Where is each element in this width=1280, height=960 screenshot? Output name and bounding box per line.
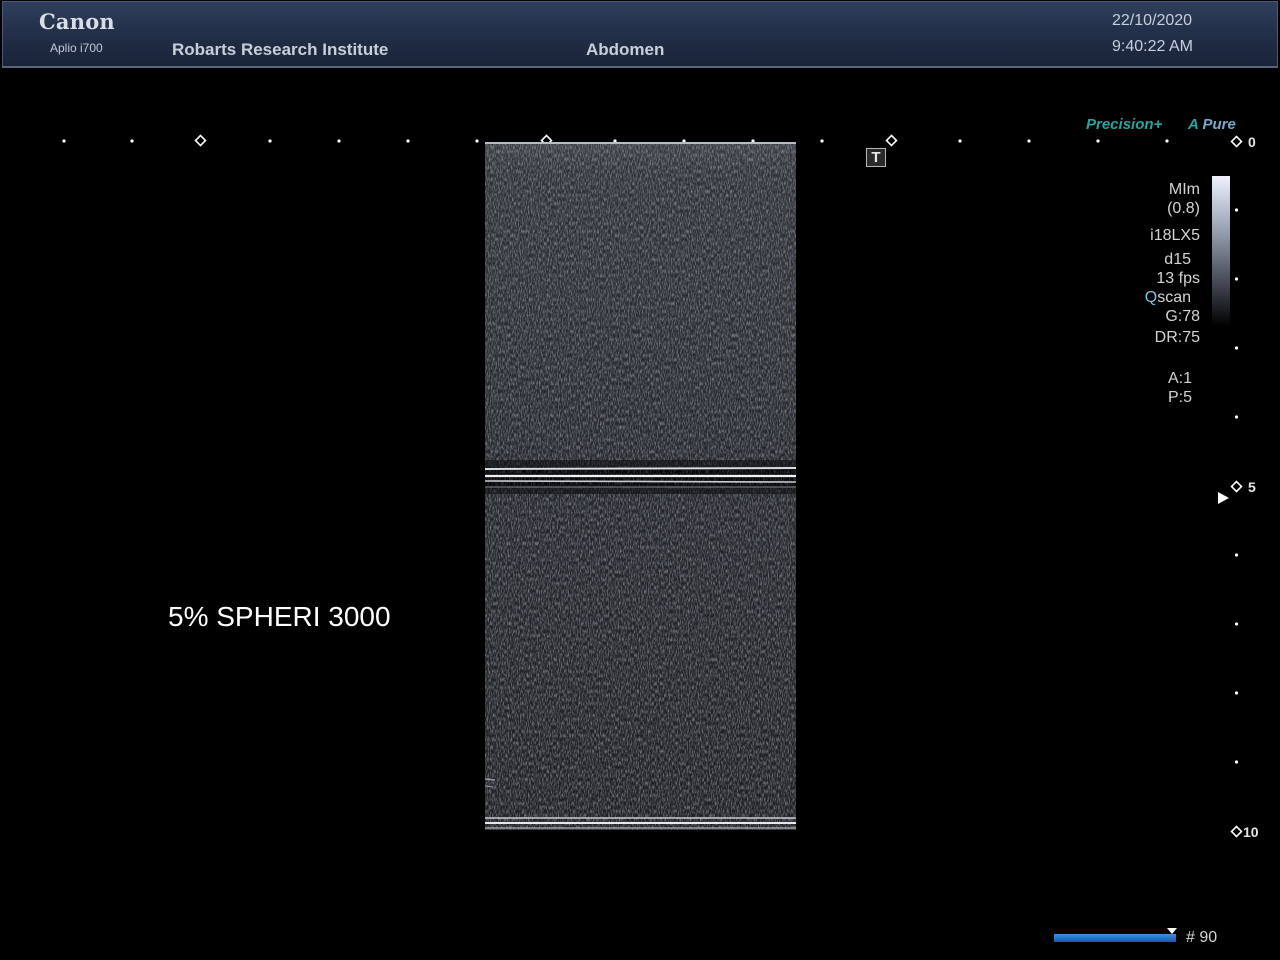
depth-tick	[1234, 691, 1239, 695]
precision-plus-logo: Precision+	[1086, 116, 1163, 133]
cine-frame-bar[interactable]	[1054, 934, 1176, 942]
depth-tick	[1234, 553, 1239, 557]
lateral-tick	[1027, 139, 1031, 143]
depth-label-10: 10	[1243, 824, 1259, 840]
persistence-value: P:5	[1167, 389, 1192, 406]
depth-tick	[1234, 622, 1239, 626]
apure-logo-a: A	[1188, 116, 1199, 133]
depth-tick	[1234, 277, 1239, 281]
depth-scale: 0 5 10	[1220, 130, 1280, 850]
depth-code: d15	[1164, 251, 1191, 268]
lateral-major-tick	[885, 134, 898, 147]
depth-major-tick	[1230, 825, 1243, 838]
ultrasound-image	[485, 142, 796, 830]
interface-line	[485, 467, 796, 470]
probe-name: i18LX5	[1150, 227, 1200, 244]
lateral-tick	[1165, 139, 1169, 143]
qscan-rest: scan	[1157, 289, 1191, 306]
depth-label-0: 0	[1248, 134, 1256, 150]
depth-label-5: 5	[1248, 479, 1256, 495]
frame-count: # 90	[1186, 929, 1218, 946]
qscan-q: Q	[1144, 289, 1158, 306]
depth-tick	[1234, 208, 1239, 212]
dynamic-range-value: DR:75	[1154, 329, 1200, 346]
lateral-tick	[268, 139, 272, 143]
exam-time: 9:40:22 AM	[1112, 38, 1193, 55]
transmit-marker-icon: T	[866, 148, 886, 167]
lateral-major-tick	[194, 134, 207, 147]
mechanical-index: (0.8)	[1167, 200, 1200, 217]
system-model: Aplio i700	[50, 41, 103, 55]
lateral-tick	[958, 139, 962, 143]
lateral-tick	[475, 139, 479, 143]
exam-preset: Abdomen	[586, 40, 665, 59]
image-annotation: 5% SPHERI 3000	[168, 601, 391, 632]
frame-rate: 13 fps	[1156, 270, 1200, 287]
lateral-tick	[62, 139, 66, 143]
depth-major-tick	[1230, 135, 1243, 148]
institution-name: Robarts Research Institute	[172, 40, 389, 59]
depth-major-tick	[1230, 480, 1243, 493]
brand-logo: Canon	[39, 9, 115, 34]
lateral-tick	[820, 139, 824, 143]
mode-label: MIm	[1168, 181, 1200, 198]
gain-value: G:78	[1165, 308, 1200, 325]
lateral-tick	[1096, 139, 1100, 143]
cine-frame-pointer-icon[interactable]	[1167, 928, 1177, 934]
lateral-tick	[337, 139, 341, 143]
focus-marker-icon[interactable]	[1218, 492, 1229, 504]
acoustic-value: A:1	[1167, 370, 1192, 387]
exam-date: 22/10/2020	[1112, 12, 1193, 29]
interface-line	[485, 480, 796, 483]
depth-tick	[1234, 415, 1239, 419]
ultrasound-screen: Canon Aplio i700 Robarts Research Instit…	[0, 0, 1280, 960]
edge-artifact	[485, 778, 496, 781]
imaging-parameters: MIm (0.8) i18LX5 d15 13 fps Qscan G:78 D…	[1120, 180, 1200, 407]
header-bar: Canon Aplio i700 Robarts Research Instit…	[2, 1, 1278, 68]
lateral-tick	[130, 139, 134, 143]
depth-tick	[1234, 346, 1239, 350]
lateral-tick	[406, 139, 410, 143]
depth-tick	[1234, 760, 1239, 764]
qscan-label: Qscan	[1120, 288, 1200, 307]
transducer-surface-line	[485, 142, 796, 144]
